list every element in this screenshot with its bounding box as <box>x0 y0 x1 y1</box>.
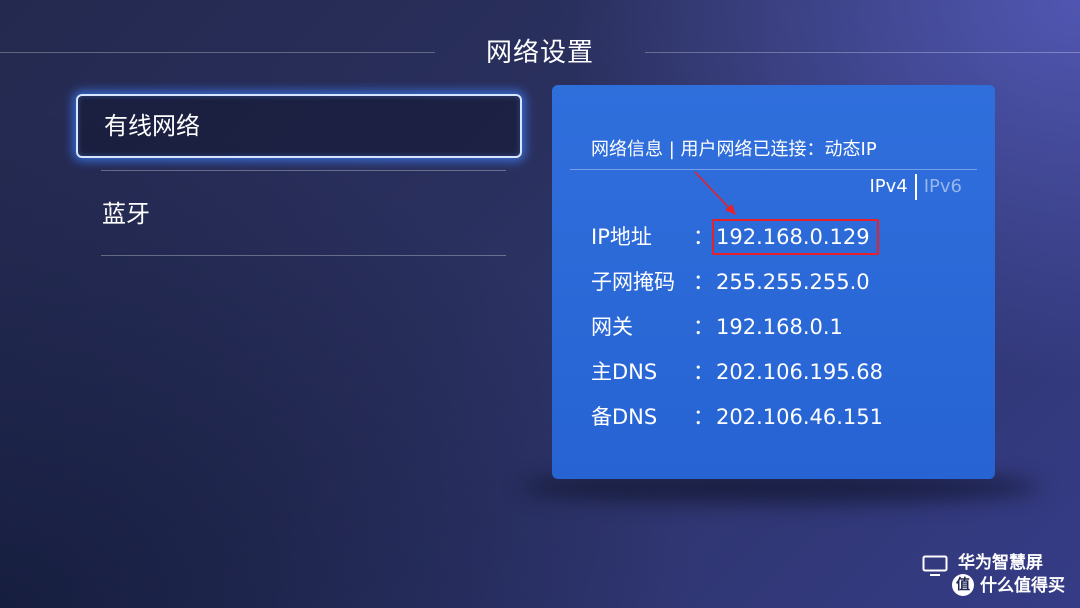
row-label: IP地址 <box>591 225 652 249</box>
menu-item-bluetooth[interactable]: 蓝牙 <box>76 182 522 246</box>
menu-divider <box>101 170 506 171</box>
watermark: 华为智慧屏 值 什么值得买 <box>920 550 1070 600</box>
ip-version-tabs: IPv4 IPv6 <box>869 174 962 200</box>
row-colon: ： <box>693 270 714 294</box>
row-label: 主DNS <box>591 360 658 384</box>
network-info-panel: 网络信息 | 用户网络已连接：动态IP IPv4 IPv6 IP地址 ： 192… <box>552 85 995 479</box>
zhi-badge-icon: 值 <box>952 574 974 596</box>
tab-separator <box>914 174 917 200</box>
row-colon: ： <box>693 225 714 249</box>
menu-item-wired-network[interactable]: 有线网络 <box>76 94 522 158</box>
header-divider-left <box>0 52 435 53</box>
network-info-header: 网络信息 | 用户网络已连接：动态IP <box>591 139 877 160</box>
row-label: 备DNS <box>591 405 658 429</box>
watermark-subtitle: 什么值得买 <box>980 576 1065 596</box>
tab-ipv6[interactable]: IPv6 <box>924 174 962 200</box>
row-value: 192.168.0.129 <box>716 225 870 249</box>
menu-divider <box>101 255 506 256</box>
row-value: 255.255.255.0 <box>716 270 870 294</box>
tv-icon <box>922 555 948 576</box>
row-value: 202.106.195.68 <box>716 360 883 384</box>
row-label: 子网掩码 <box>591 270 675 294</box>
row-colon: ： <box>693 315 714 339</box>
row-colon: ： <box>693 405 714 429</box>
page-title: 网络设置 <box>485 38 594 68</box>
tab-ipv4[interactable]: IPv4 <box>869 174 907 200</box>
panel-divider <box>570 169 977 170</box>
annotation-arrow-icon <box>694 171 736 215</box>
row-value: 202.106.46.151 <box>716 405 883 429</box>
row-value: 192.168.0.1 <box>716 315 843 339</box>
row-colon: ： <box>693 360 714 384</box>
header-divider-right <box>645 52 1080 53</box>
watermark-title: 华为智慧屏 <box>958 553 1043 573</box>
row-label: 网关 <box>591 315 633 339</box>
